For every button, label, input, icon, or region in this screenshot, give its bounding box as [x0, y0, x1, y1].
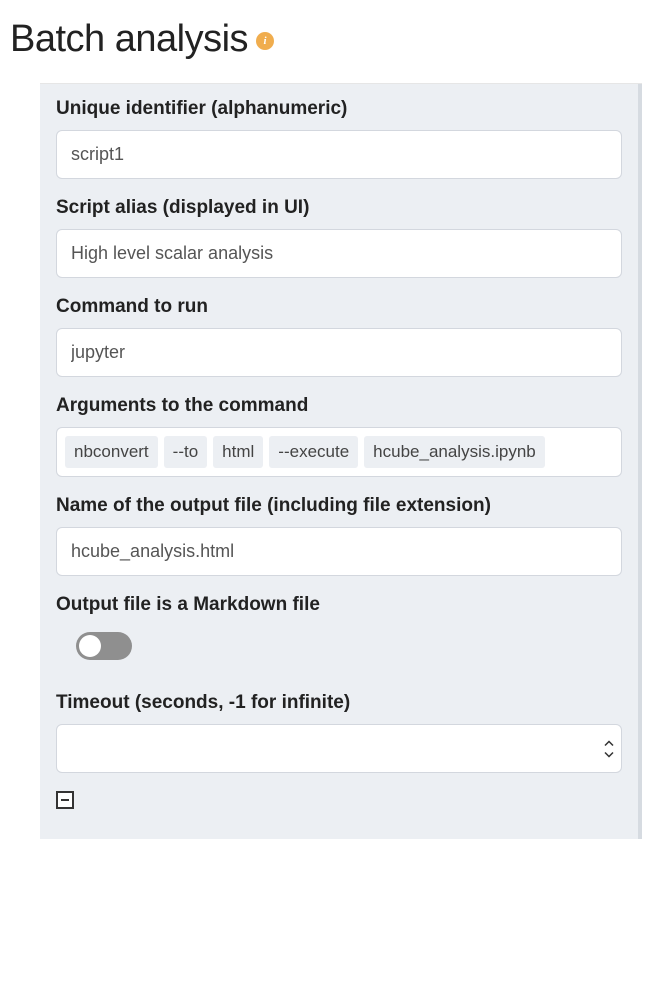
minus-icon: [61, 799, 69, 801]
alias-label: Script alias (displayed in UI): [56, 197, 622, 219]
identifier-input[interactable]: [56, 130, 622, 179]
identifier-label: Unique identifier (alphanumeric): [56, 98, 622, 120]
argument-tag[interactable]: --execute: [269, 436, 358, 468]
output-name-input[interactable]: [56, 527, 622, 576]
timeout-input[interactable]: [56, 724, 622, 773]
field-alias: Script alias (displayed in UI): [56, 197, 622, 278]
command-label: Command to run: [56, 296, 622, 318]
collapse-button[interactable]: [56, 791, 74, 809]
alias-input[interactable]: [56, 229, 622, 278]
field-markdown-toggle: Output file is a Markdown file: [56, 594, 622, 674]
command-input[interactable]: [56, 328, 622, 377]
markdown-toggle-label: Output file is a Markdown file: [56, 594, 622, 616]
markdown-toggle[interactable]: [76, 632, 132, 660]
argument-tag[interactable]: hcube_analysis.ipynb: [364, 436, 545, 468]
toggle-knob: [79, 635, 101, 657]
field-command: Command to run: [56, 296, 622, 377]
chevron-down-icon: [604, 751, 614, 757]
field-identifier: Unique identifier (alphanumeric): [56, 98, 622, 179]
argument-tag[interactable]: nbconvert: [65, 436, 158, 468]
form-card: Unique identifier (alphanumeric) Script …: [40, 84, 642, 839]
field-arguments: Arguments to the command nbconvert --to …: [56, 395, 622, 477]
arguments-label: Arguments to the command: [56, 395, 622, 417]
field-timeout: Timeout (seconds, -1 for infinite): [56, 692, 622, 773]
argument-tag[interactable]: --to: [164, 436, 208, 468]
field-output-name: Name of the output file (including file …: [56, 495, 622, 576]
info-icon[interactable]: i: [256, 32, 274, 50]
spinner-up-button[interactable]: [602, 738, 616, 748]
page-header: Batch analysis i: [10, 0, 642, 83]
number-spinner: [602, 738, 616, 759]
arguments-input[interactable]: nbconvert --to html --execute hcube_anal…: [56, 427, 622, 477]
timeout-label: Timeout (seconds, -1 for infinite): [56, 692, 622, 714]
chevron-up-icon: [604, 740, 614, 746]
argument-tag[interactable]: html: [213, 436, 263, 468]
page-title: Batch analysis: [10, 18, 248, 61]
spinner-down-button[interactable]: [602, 749, 616, 759]
output-name-label: Name of the output file (including file …: [56, 495, 622, 517]
